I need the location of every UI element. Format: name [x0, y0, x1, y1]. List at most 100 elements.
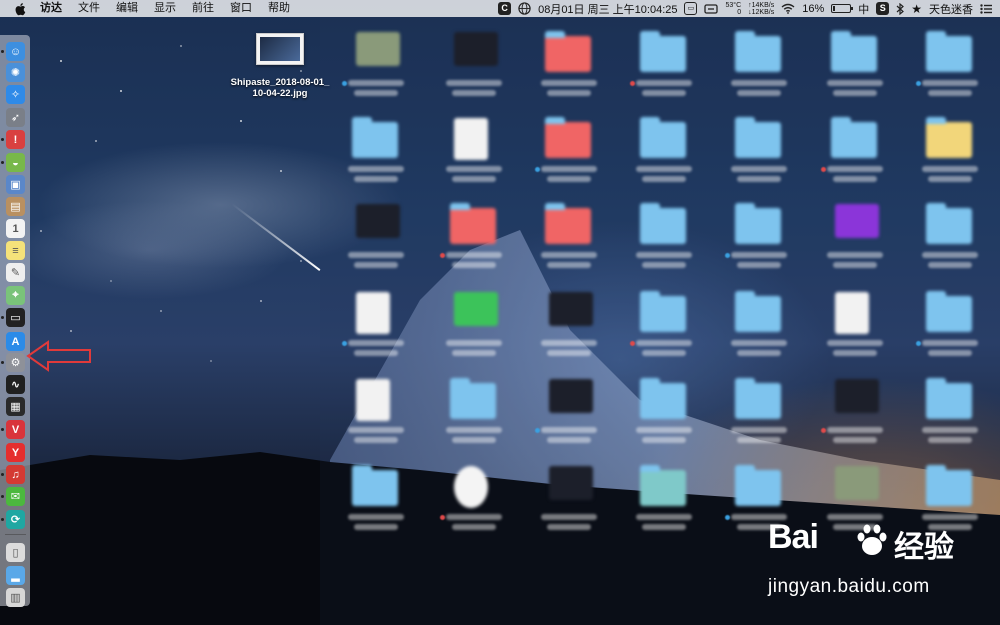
- blurred-desktop-item-icon[interactable]: [829, 288, 879, 334]
- blurred-desktop-item-icon[interactable]: [543, 462, 593, 508]
- finder-icon[interactable]: ☺: [6, 42, 25, 61]
- blurred-desktop-item-icon[interactable]: [350, 462, 400, 508]
- activity-monitor-icon[interactable]: ∿: [6, 375, 25, 394]
- c-app-icon[interactable]: C: [498, 2, 512, 15]
- textedit-icon[interactable]: ✎: [6, 263, 25, 282]
- tag-dot: [440, 253, 445, 258]
- red-app-icon[interactable]: !: [6, 130, 25, 149]
- battery-icon[interactable]: [831, 4, 854, 13]
- blurred-label: [446, 252, 502, 258]
- blurred-desktop-item-icon[interactable]: [448, 462, 498, 508]
- menu-file[interactable]: 文件: [70, 0, 108, 17]
- blurred-label: [446, 166, 502, 172]
- blurred-desktop-item-icon[interactable]: [924, 462, 974, 508]
- blurred-desktop-item-icon[interactable]: [733, 28, 783, 74]
- menu-window[interactable]: 窗口: [222, 0, 260, 17]
- blurred-desktop-item-icon[interactable]: [543, 28, 593, 74]
- blurred-label: [547, 176, 591, 182]
- blurred-desktop-item-icon[interactable]: [448, 375, 498, 421]
- blurred-desktop-item-icon[interactable]: [350, 28, 400, 74]
- user-name[interactable]: 天色迷香: [929, 1, 973, 17]
- blurred-label: [833, 90, 877, 96]
- trash-icon[interactable]: ▥: [6, 588, 25, 607]
- menu-finder[interactable]: 访达: [32, 0, 70, 17]
- blurred-desktop-item-icon[interactable]: [638, 114, 688, 160]
- tag-dot: [725, 515, 730, 520]
- tag-dot: [725, 253, 730, 258]
- blurred-desktop-item-icon[interactable]: [733, 114, 783, 160]
- yandex-browser-icon[interactable]: Y: [6, 443, 25, 462]
- bluetooth-icon[interactable]: [896, 2, 905, 15]
- blurred-desktop-item-icon[interactable]: [448, 114, 498, 160]
- blurred-desktop-item-icon[interactable]: [924, 114, 974, 160]
- blurred-desktop-item-icon[interactable]: [829, 200, 879, 246]
- globe-icon[interactable]: [518, 2, 531, 15]
- menu-view[interactable]: 显示: [146, 0, 184, 17]
- blurred-desktop-item-icon[interactable]: [733, 200, 783, 246]
- launchpad-icon[interactable]: ✺: [6, 63, 25, 82]
- vivaldi-icon[interactable]: V: [6, 420, 25, 439]
- blurred-desktop-item-icon[interactable]: [448, 288, 498, 334]
- blurred-desktop-item-icon[interactable]: [350, 375, 400, 421]
- blurred-desktop-item-icon[interactable]: [350, 200, 400, 246]
- blurred-desktop-item-icon[interactable]: [924, 28, 974, 74]
- netease-music-icon[interactable]: ♫: [6, 465, 25, 484]
- desktop-file-screenshot[interactable]: Shipaste_2018-08-01_10-04-22.jpg: [230, 33, 330, 99]
- screenshot-tool-icon[interactable]: ▭: [684, 2, 698, 15]
- safari-icon[interactable]: ✧: [6, 85, 25, 104]
- notebook-icon[interactable]: ▤: [6, 197, 25, 216]
- blurred-desktop-item-icon[interactable]: [638, 28, 688, 74]
- preview-icon[interactable]: ▣: [6, 175, 25, 194]
- blurred-desktop-item-icon[interactable]: [733, 288, 783, 334]
- console-icon[interactable]: ▦: [6, 397, 25, 416]
- terminal-icon[interactable]: ▭: [6, 308, 25, 327]
- gear-icon[interactable]: ⚙: [6, 353, 25, 372]
- wifi-icon[interactable]: [781, 3, 795, 14]
- wechat-icon[interactable]: ✉: [6, 487, 25, 506]
- blurred-label: [348, 80, 404, 86]
- menu-help[interactable]: 帮助: [260, 0, 298, 17]
- calendar-icon[interactable]: 1: [6, 219, 25, 238]
- blurred-desktop-item-icon[interactable]: [350, 288, 400, 334]
- blurred-desktop-item-icon[interactable]: [638, 375, 688, 421]
- s-app-icon[interactable]: S: [876, 2, 890, 15]
- blurred-desktop-item-icon[interactable]: [924, 200, 974, 246]
- brightness-icon[interactable]: [704, 3, 719, 15]
- blurred-desktop-item-icon[interactable]: [350, 114, 400, 160]
- blurred-label: [642, 90, 686, 96]
- menu-go[interactable]: 前往: [184, 0, 222, 17]
- maps-icon[interactable]: ⌖: [6, 286, 25, 305]
- blurred-desktop-item-icon[interactable]: [829, 462, 879, 508]
- android-icon[interactable]: ◒: [6, 153, 25, 172]
- blurred-desktop-item-icon[interactable]: [829, 114, 879, 160]
- blurred-label: [547, 524, 591, 530]
- teal-app-icon[interactable]: ⟳: [6, 510, 25, 529]
- menu-edit[interactable]: 编辑: [108, 0, 146, 17]
- documents-folder-icon[interactable]: ▯: [6, 543, 25, 562]
- notification-center-icon[interactable]: [980, 3, 992, 14]
- blurred-desktop-item-icon[interactable]: [638, 200, 688, 246]
- notes-icon[interactable]: ≡: [6, 241, 25, 260]
- blurred-desktop-item-icon[interactable]: [448, 28, 498, 74]
- blurred-desktop-item-icon[interactable]: [733, 375, 783, 421]
- blurred-desktop-item-icon[interactable]: [543, 200, 593, 246]
- app-store-icon[interactable]: A: [6, 332, 25, 351]
- clock-date-time[interactable]: 08月01日 周三 上午10:04:25: [538, 1, 677, 17]
- blurred-desktop-item-icon[interactable]: [829, 28, 879, 74]
- blurred-desktop-item-icon[interactable]: [638, 288, 688, 334]
- blurred-desktop-item-icon[interactable]: [924, 288, 974, 334]
- blurred-desktop-item-icon[interactable]: [543, 375, 593, 421]
- running-indicator: [1, 50, 4, 53]
- rocket-icon[interactable]: ➶: [6, 108, 25, 127]
- star-icon[interactable]: ★: [911, 2, 922, 16]
- blurred-desktop-item-icon[interactable]: [543, 114, 593, 160]
- blurred-desktop-item-icon[interactable]: [829, 375, 879, 421]
- input-method-indicator[interactable]: 中: [858, 1, 869, 17]
- downloads-folder-icon[interactable]: ▂: [6, 566, 25, 585]
- blurred-desktop-item-icon[interactable]: [543, 288, 593, 334]
- blurred-desktop-item-icon[interactable]: [448, 200, 498, 246]
- blurred-desktop-item-icon[interactable]: [924, 375, 974, 421]
- blurred-desktop-item-icon[interactable]: [733, 462, 783, 508]
- blurred-desktop-item-icon[interactable]: [638, 462, 688, 508]
- apple-logo-icon[interactable]: [14, 2, 26, 16]
